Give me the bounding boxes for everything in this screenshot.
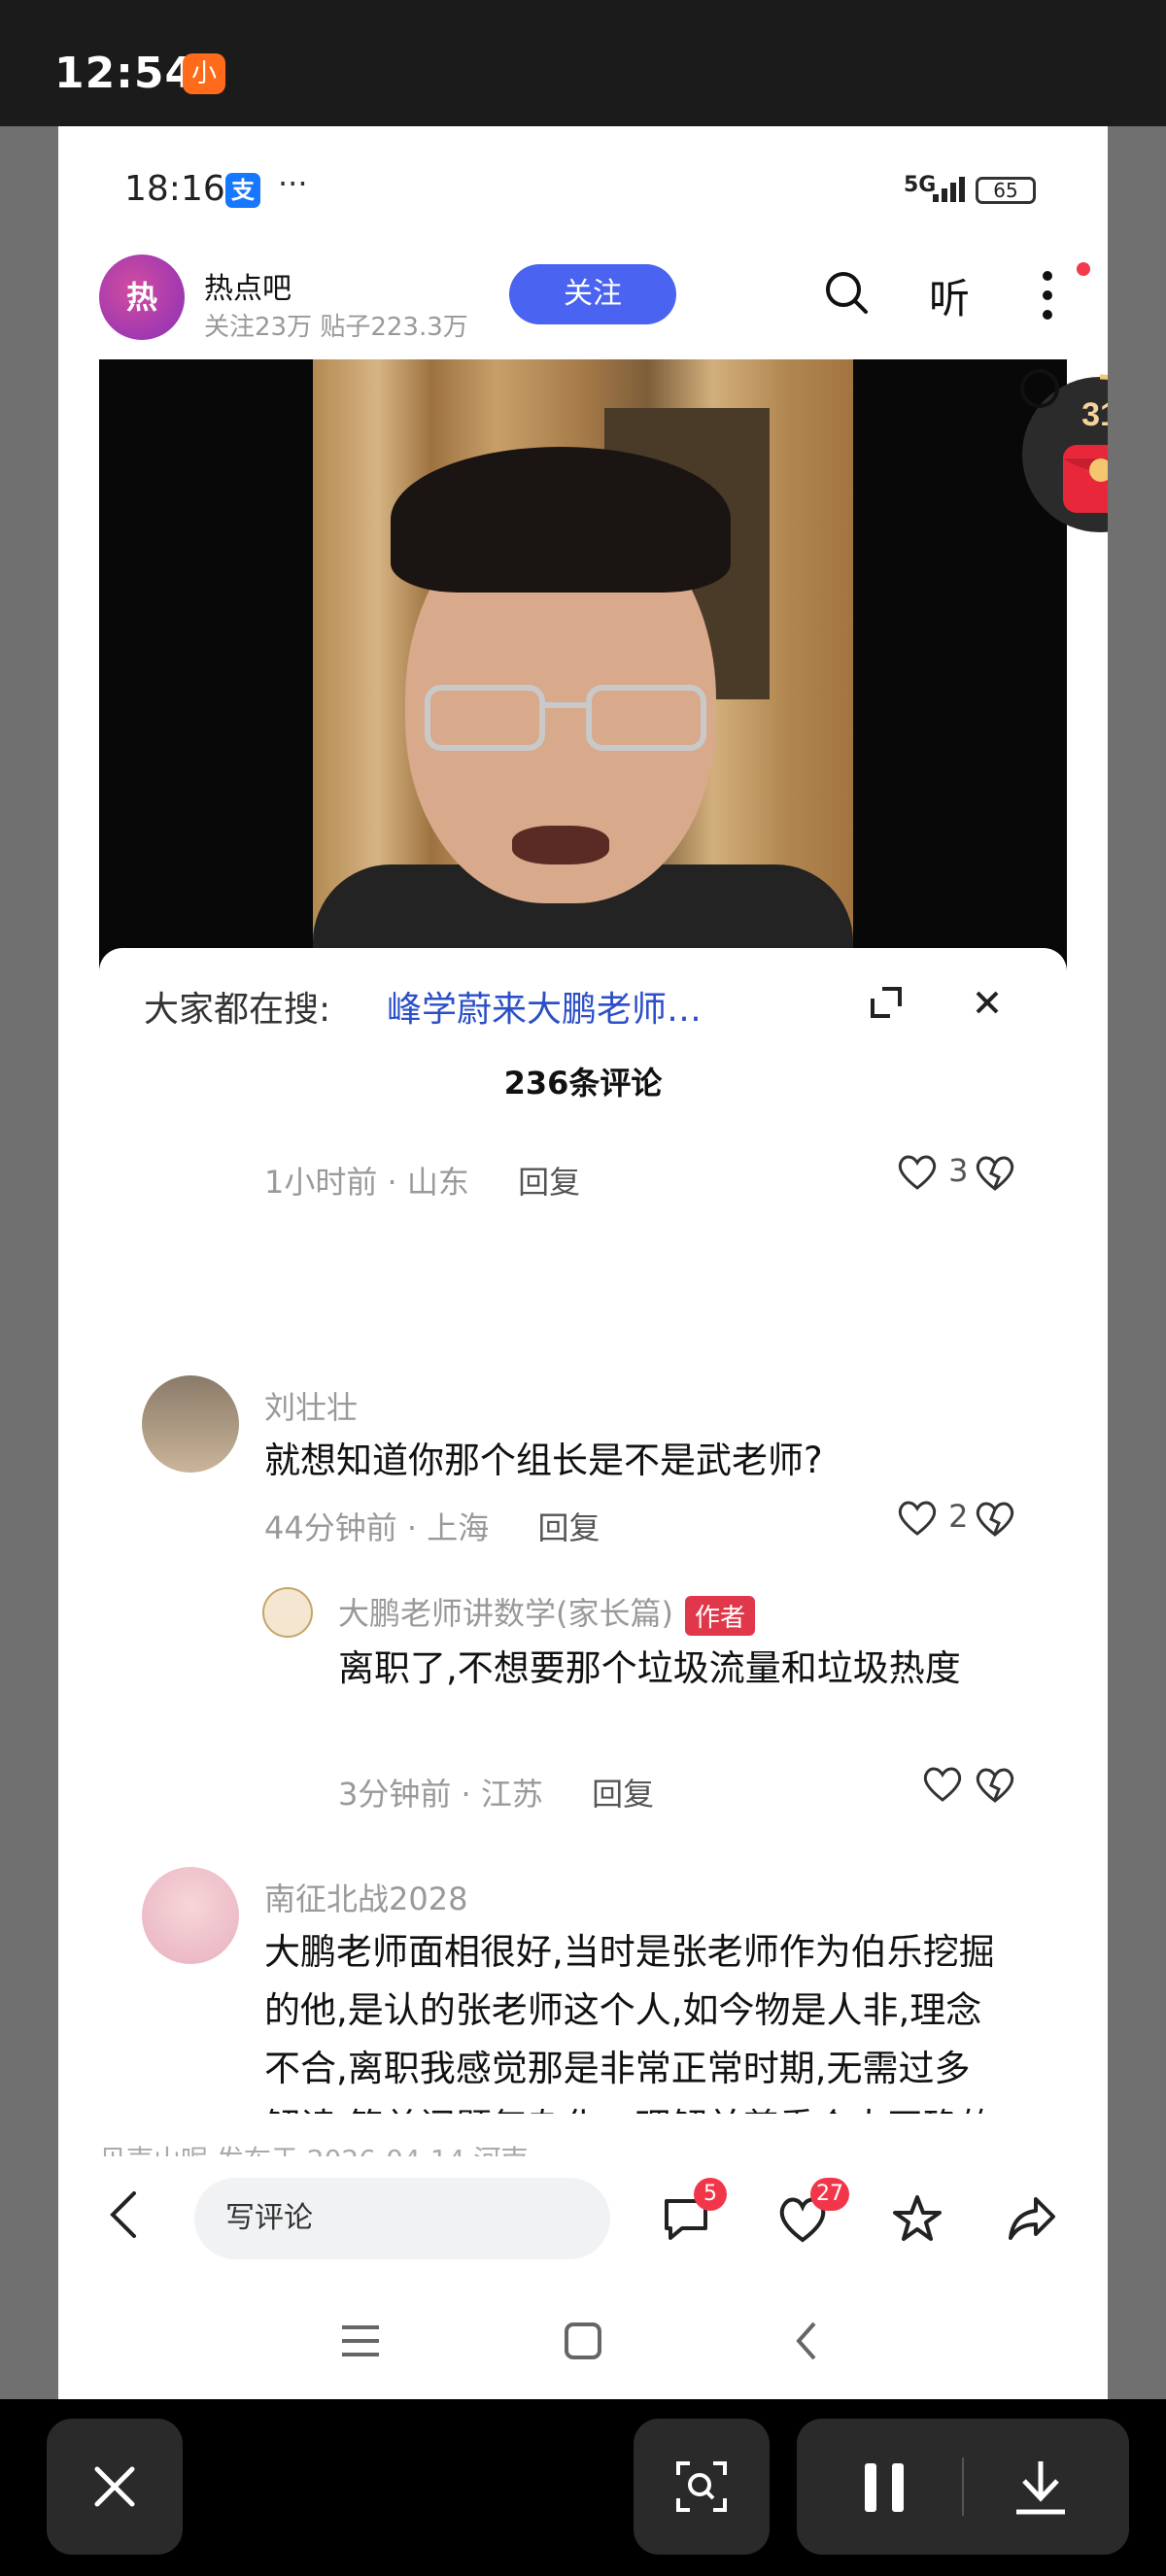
avatar[interactable] <box>142 1867 239 1964</box>
comment-meta: 1小时前 · 山东 回复 <box>264 1164 581 1201</box>
app-notification-icon: 小 <box>183 53 225 94</box>
recording-controls <box>797 2419 1129 2555</box>
inner-status-bar: 18:16 支 ··· 5G 65 <box>58 126 1108 233</box>
like-count: 3 <box>948 1152 969 1189</box>
download-icon[interactable] <box>1012 2457 1069 2516</box>
screen-recorder-toolbar <box>0 2399 1166 2576</box>
comment-count: 236条评论 <box>503 1065 663 1102</box>
comment-text: 离职了,不想要那个垃圾流量和垃圾热度 <box>338 1647 961 1689</box>
comment-meta: 3分钟前 · 江苏 回复 <box>338 1776 655 1813</box>
dislike-icon[interactable] <box>974 1500 1016 1539</box>
system-nav-bar <box>58 2273 1108 2399</box>
author-badge: 作者 <box>684 1595 755 1636</box>
heart-icon <box>898 1501 937 1536</box>
forum-logo[interactable]: 热 <box>99 254 185 340</box>
comment-meta: 44分钟前 · 上海 回复 <box>264 1509 600 1546</box>
video-player[interactable] <box>99 359 1067 971</box>
comment-text: 大鹏老师面相很好,当时是张老师作为伯乐挖掘的他,是认的张老师这个人,如今物是人非… <box>264 1931 995 2114</box>
comment-time: 1小时前 <box>264 1164 378 1201</box>
dislike-icon[interactable] <box>974 1766 1016 1805</box>
comment-sheet: 大家都在搜: 峰学蔚来大鹏老师… 236条评论 1小时前 · 山东 回复 3 刘… <box>99 948 1067 2114</box>
search-icon[interactable] <box>824 270 869 315</box>
alipay-icon: 支 <box>225 173 260 208</box>
hot-search-label: 大家都在搜: <box>144 990 331 1030</box>
reply-button[interactable]: 回复 <box>518 1164 580 1201</box>
signal-icon <box>933 173 972 202</box>
expand-icon[interactable] <box>867 983 906 1022</box>
author-name: 大鹏老师讲数学(家长篇) <box>338 1595 673 1632</box>
reply-button[interactable]: 回复 <box>537 1509 600 1546</box>
pause-icon[interactable] <box>861 2461 908 2514</box>
share-icon[interactable] <box>1005 2191 1059 2246</box>
hot-search-term[interactable]: 峰学蔚来大鹏老师… <box>387 981 702 1032</box>
comment-time: 44分钟前 <box>264 1509 397 1546</box>
reply-button[interactable]: 回复 <box>592 1776 654 1813</box>
like-button[interactable] <box>921 1764 964 1804</box>
battery-icon: 65 <box>976 177 1036 204</box>
inner-clock: 18:16 <box>124 169 225 209</box>
scan-search-icon <box>676 2461 727 2512</box>
bottom-action-bar: 写评论 5 27 <box>58 2156 1108 2273</box>
right-rail <box>1108 126 1166 2399</box>
close-icon[interactable] <box>966 981 1009 1024</box>
left-rail <box>0 126 58 2399</box>
comment-time: 3分钟前 <box>338 1776 452 1813</box>
outer-clock: 12:54 <box>54 49 196 98</box>
forum-name[interactable]: 热点吧 <box>204 264 292 307</box>
comment-input[interactable]: 写评论 <box>194 2178 610 2259</box>
comment-text: 就想知道你那个组长是不是武老师? <box>264 1440 823 1481</box>
forum-stats: 关注23万 贴子223.3万 <box>204 313 468 342</box>
phone-screenshot: 18:16 支 ··· 5G 65 热 热点吧 关注23万 贴子223.3万 关… <box>58 126 1108 2399</box>
divider <box>962 2457 964 2516</box>
listen-button[interactable]: 听 <box>929 266 970 325</box>
home-icon[interactable] <box>564 2322 602 2360</box>
comment-username[interactable]: 大鹏老师讲数学(家长篇) 作者 <box>338 1589 755 1636</box>
comment-username[interactable]: 刘壮壮 <box>264 1383 358 1428</box>
video-hair <box>391 447 731 593</box>
comment-location: 江苏 <box>480 1776 543 1813</box>
dislike-icon[interactable] <box>974 1154 1016 1193</box>
heart-icon <box>898 1155 937 1190</box>
like-button[interactable]: 3 <box>896 1152 969 1192</box>
close-recorder-button[interactable] <box>47 2419 183 2555</box>
follow-button[interactable]: 关注 <box>509 264 676 324</box>
like-badge: 27 <box>810 2178 849 2211</box>
outer-status-bar: 12:54 小 <box>0 0 1166 126</box>
video-glasses <box>425 685 706 751</box>
video-mouth <box>512 826 609 864</box>
red-packet-icon[interactable]: 31 <box>1011 369 1108 534</box>
heart-icon <box>923 1767 962 1802</box>
star-icon[interactable] <box>890 2191 944 2246</box>
recents-icon[interactable] <box>340 2323 381 2358</box>
author-avatar[interactable] <box>262 1587 313 1638</box>
comment-location: 山东 <box>406 1164 469 1201</box>
comment-location: 上海 <box>427 1509 490 1546</box>
more-notifications-icon: ··· <box>278 165 308 202</box>
more-options-icon[interactable] <box>1042 266 1053 324</box>
red-packet-count: 31 <box>1081 396 1108 433</box>
scan-button[interactable] <box>634 2419 770 2555</box>
comment-badge: 5 <box>694 2178 727 2211</box>
back-icon[interactable] <box>105 2186 144 2244</box>
network-type: 5G <box>904 173 937 197</box>
nav-back-icon[interactable] <box>793 2320 820 2362</box>
avatar[interactable] <box>142 1375 239 1473</box>
forum-header: 热 热点吧 关注23万 贴子223.3万 关注 听 <box>58 233 1108 359</box>
close-icon <box>94 2466 135 2507</box>
comment-username[interactable]: 南征北战2028 <box>264 1875 467 1919</box>
like-button[interactable]: 2 <box>896 1498 969 1538</box>
notification-dot <box>1077 262 1090 276</box>
like-count: 2 <box>948 1498 969 1535</box>
